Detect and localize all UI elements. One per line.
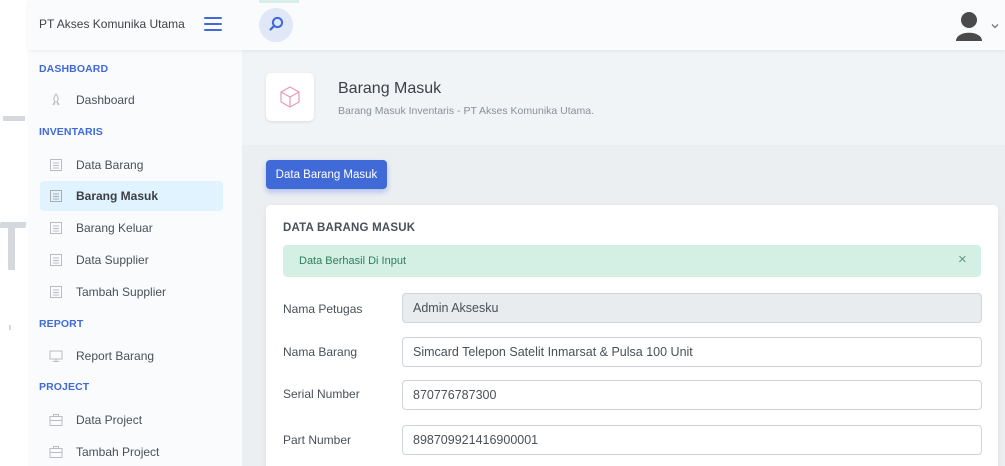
form-card: DATA BARANG MASUK Data Berhasil Di Input…	[266, 205, 998, 466]
sidebar-item-label: Dashboard	[76, 93, 135, 107]
sidebar: DASHBOARD Dashboard INVENTARIS Data Bara…	[28, 50, 242, 466]
sidebar-item-report-barang[interactable]: Report Barang	[40, 341, 223, 371]
edge-mark	[8, 226, 15, 270]
top-header: PT Akses Komunika Utama	[28, 0, 1005, 50]
sidebar-section-dashboard: DASHBOARD	[39, 63, 109, 75]
box-icon	[50, 254, 62, 266]
monitor-icon	[49, 350, 63, 362]
page-title-area: Barang Masuk Barang Masuk Inventaris - P…	[242, 50, 1005, 145]
sidebar-section-inventaris: INVENTARIS	[39, 126, 103, 138]
sidebar-item-label: Data Barang	[76, 158, 144, 172]
sidebar-section-report: REPORT	[39, 318, 84, 330]
header-accent-tab	[259, 0, 299, 3]
alert-message: Data Berhasil Di Input	[299, 255, 406, 267]
brand-name: PT Akses Komunika Utama	[39, 17, 185, 31]
edge-mark	[3, 116, 25, 121]
close-icon[interactable]: ×	[958, 251, 967, 268]
nama-barang-label: Nama Barang	[283, 345, 358, 359]
sidebar-item-barang-masuk[interactable]: Barang Masuk	[40, 181, 223, 211]
brand-area: PT Akses Komunika Utama	[28, 0, 242, 50]
left-edge-strip	[0, 0, 28, 466]
page-title: Barang Masuk	[338, 80, 442, 97]
box-icon	[50, 286, 62, 298]
search-button[interactable]	[259, 0, 299, 42]
sidebar-item-label: Barang Masuk	[76, 189, 159, 203]
edge-mark	[9, 325, 11, 330]
success-alert: Data Berhasil Di Input ×	[283, 245, 981, 277]
sidebar-section-project: PROJECT	[39, 381, 90, 393]
sidebar-item-label: Barang Keluar	[76, 221, 153, 235]
sidebar-item-data-project[interactable]: Data Project	[40, 405, 223, 435]
menu-toggle-icon[interactable]	[204, 17, 222, 31]
sidebar-item-label: Data Project	[76, 413, 143, 427]
sidebar-item-barang-keluar[interactable]: Barang Keluar	[40, 213, 223, 243]
sidebar-item-label: Data Supplier	[76, 253, 149, 267]
part-number-label: Part Number	[283, 433, 352, 447]
nama-petugas-field[interactable]	[402, 293, 982, 323]
box-icon	[50, 190, 62, 202]
sidebar-item-tambah-project[interactable]: Tambah Project	[40, 437, 223, 466]
briefcase-icon	[49, 414, 63, 426]
serial-number-label: Serial Number	[283, 387, 360, 401]
briefcase-icon	[49, 446, 63, 458]
sidebar-item-label: Tambah Supplier	[76, 285, 167, 299]
user-avatar-icon[interactable]	[955, 10, 983, 42]
chevron-down-icon[interactable]	[989, 19, 1001, 31]
page-icon-box	[266, 73, 314, 121]
rocket-icon	[52, 93, 60, 106]
sidebar-item-label: Tambah Project	[76, 445, 160, 459]
sidebar-item-tambah-supplier[interactable]: Tambah Supplier	[40, 277, 223, 307]
search-icon	[269, 16, 284, 31]
main-content: Barang Masuk Barang Masuk Inventaris - P…	[242, 50, 1005, 466]
nama-barang-field[interactable]	[402, 337, 982, 367]
card-title: DATA BARANG MASUK	[283, 222, 416, 234]
box-icon	[50, 222, 62, 234]
sidebar-item-data-supplier[interactable]: Data Supplier	[40, 245, 223, 275]
nama-petugas-label: Nama Petugas	[283, 302, 363, 316]
tab-data-barang-masuk[interactable]: Data Barang Masuk	[266, 160, 387, 189]
sidebar-item-data-barang[interactable]: Data Barang	[40, 150, 223, 180]
serial-number-field[interactable]	[402, 380, 982, 410]
sidebar-item-dashboard[interactable]: Dashboard	[40, 85, 223, 115]
part-number-field[interactable]	[402, 425, 982, 455]
box-icon	[50, 159, 62, 171]
page-subtitle: Barang Masuk Inventaris - PT Akses Komun…	[338, 105, 594, 117]
sidebar-item-label: Report Barang	[76, 349, 155, 363]
cube-icon	[280, 86, 300, 108]
